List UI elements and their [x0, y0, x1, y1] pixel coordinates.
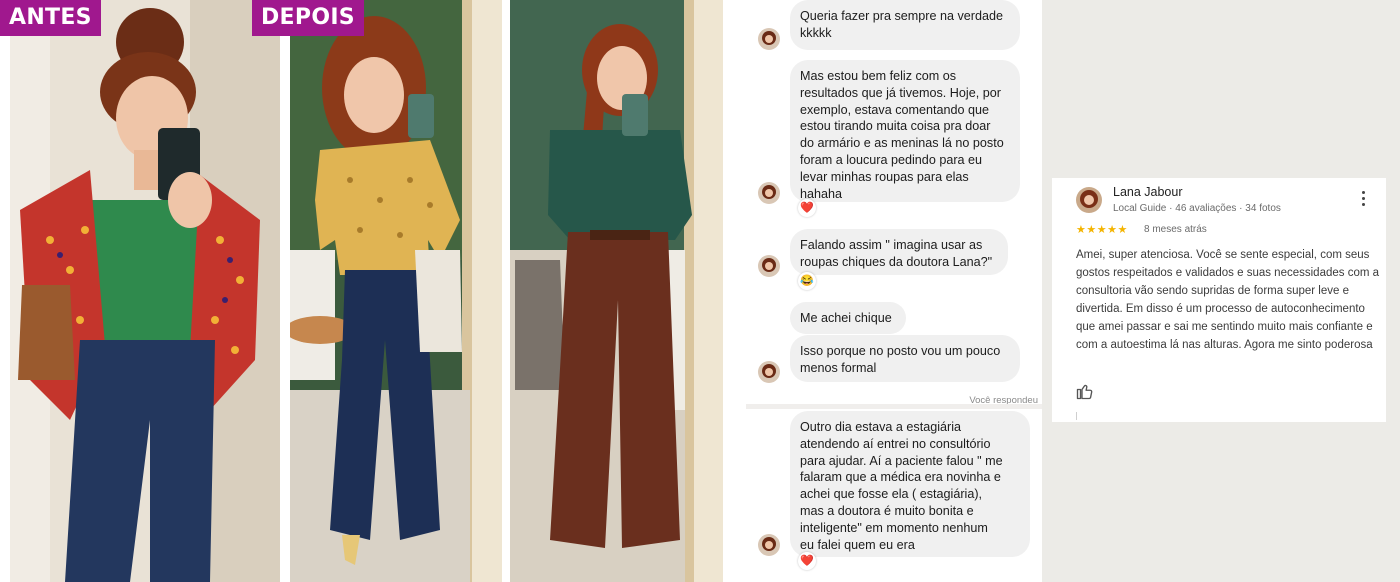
chat-message: Mas estou bem feliz com os resultados qu… — [790, 60, 1020, 202]
laugh-reaction-icon[interactable]: 😂 — [798, 272, 816, 290]
avatar — [758, 255, 780, 277]
before-label: ANTES — [0, 0, 101, 36]
chat-panel: Queria fazer pra sempre na verdade kkkkk… — [746, 0, 1042, 582]
reviewer-name[interactable]: Lana Jabour — [1113, 185, 1183, 199]
chat-message: Isso porque no posto vou um pouco menos … — [790, 335, 1020, 382]
after-label: DEPOIS — [252, 0, 364, 36]
divider — [1076, 412, 1077, 420]
chat-message: Falando assim " imagina usar as roupas c… — [790, 229, 1008, 275]
review-text: Amei, super atenciosa. Você se sente esp… — [1076, 249, 1380, 351]
heart-reaction-icon[interactable]: ❤️ — [798, 552, 816, 570]
chat-message: Me achei chique — [790, 302, 906, 334]
reviewer-meta: Local Guide · 46 avaliações · 34 fotos — [1113, 203, 1281, 214]
photo-after-green-blouse — [510, 0, 723, 582]
more-options-icon[interactable] — [1358, 191, 1368, 209]
review-card: Lana Jabour Local Guide · 46 avaliações … — [1052, 178, 1386, 422]
chat-message: Queria fazer pra sempre na verdade kkkkk — [790, 0, 1020, 50]
photo-after-yellow-blouse — [290, 0, 502, 582]
avatar — [758, 534, 780, 556]
avatar — [758, 28, 780, 50]
photo-before — [10, 0, 280, 582]
avatar — [758, 182, 780, 204]
divider — [746, 404, 1042, 409]
thumbs-up-icon[interactable] — [1076, 382, 1094, 400]
review-time: 8 meses atrás — [1144, 224, 1207, 235]
avatar — [758, 361, 780, 383]
rating-stars: ★★★★★ — [1076, 224, 1128, 236]
chat-message: Outro dia estava a estagiária atendendo … — [790, 411, 1030, 557]
reviewer-avatar — [1076, 187, 1102, 213]
heart-reaction-icon[interactable]: ❤️ — [798, 199, 816, 217]
